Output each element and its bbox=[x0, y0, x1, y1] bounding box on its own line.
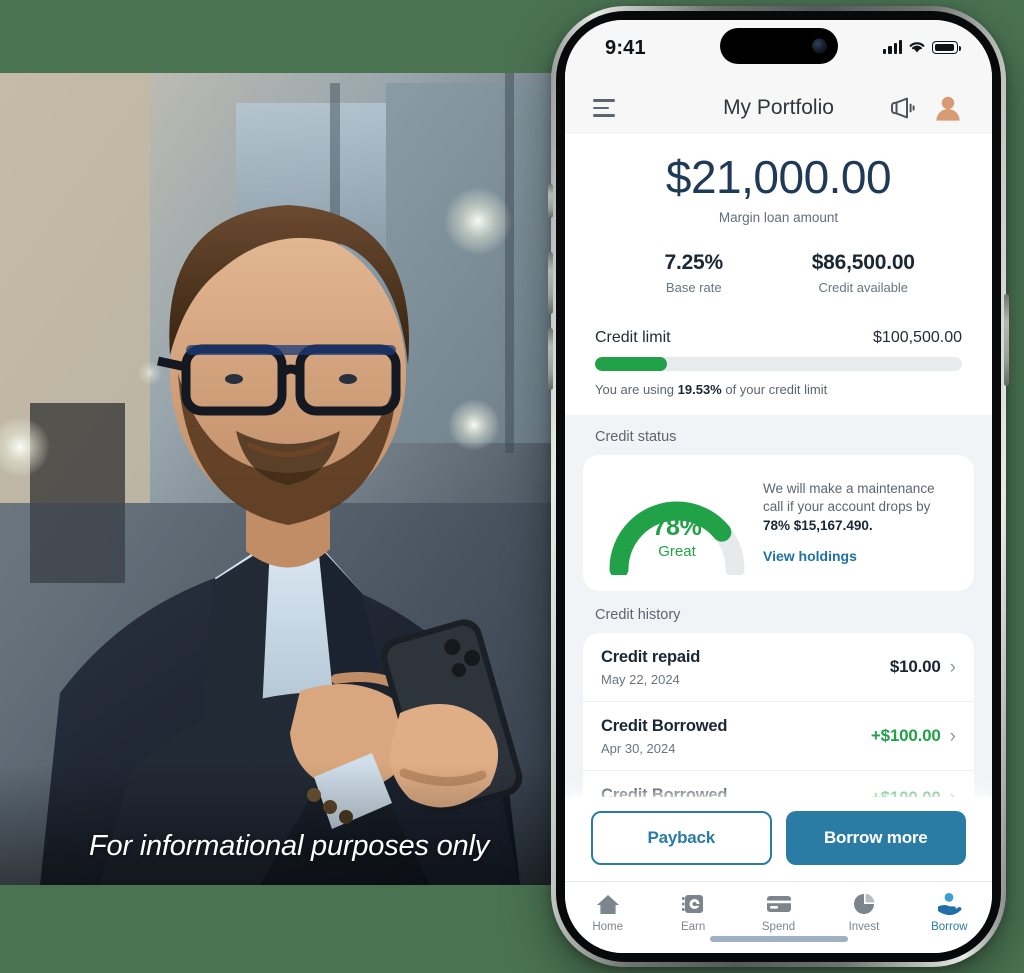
credit-limit-label: Credit limit bbox=[595, 328, 671, 346]
history-row-title: Credit Borrowed bbox=[601, 716, 728, 735]
status-icons bbox=[883, 40, 961, 54]
tab-earn[interactable]: Earn bbox=[650, 891, 735, 933]
margin-loan-amount-label: Margin loan amount bbox=[718, 209, 839, 225]
table-row[interactable]: Credit Borrowed Apr 30, 2024 +$100.00 › bbox=[583, 702, 974, 771]
status-bar: 9:41 bbox=[565, 20, 992, 82]
phone-screen: 9:41 My Portfolio $21,000.00 Margin loan… bbox=[565, 20, 992, 953]
history-row-main: Credit Borrowed Apr 30, 2024 bbox=[601, 717, 727, 756]
action-bar: Payback Borrow more bbox=[565, 797, 992, 881]
app-header: My Portfolio bbox=[565, 82, 992, 134]
safe-icon bbox=[650, 891, 735, 917]
tab-earn-label: Earn bbox=[680, 921, 706, 933]
pie-chart-icon bbox=[821, 891, 906, 917]
table-row[interactable]: Credit repaid May 22, 2024 $10.00 › bbox=[583, 633, 974, 702]
wifi-icon bbox=[909, 42, 925, 53]
megaphone-icon[interactable] bbox=[888, 96, 916, 120]
battery-icon bbox=[932, 41, 961, 54]
history-row-amount: $10.00 bbox=[889, 657, 941, 677]
phone-silent-switch[interactable] bbox=[548, 184, 553, 218]
home-icon bbox=[565, 891, 650, 917]
phone-volume-down-button[interactable] bbox=[548, 328, 553, 390]
summary-stats: 7.25% Base rate $86,500.00 Credit availa… bbox=[565, 251, 992, 295]
phone-mockup: 9:41 My Portfolio $21,000.00 Margin loan… bbox=[548, 6, 1009, 967]
credit-available-label: Credit available bbox=[818, 279, 909, 295]
credit-limit-progress-fill bbox=[595, 356, 667, 371]
phone-volume-up-button[interactable] bbox=[548, 252, 553, 314]
credit-score-gauge: 78% Great bbox=[601, 471, 753, 575]
credit-status-copy: We will make a maintenance call if your … bbox=[759, 480, 956, 566]
base-rate-value: 7.25% bbox=[664, 250, 724, 274]
view-holdings-link[interactable]: View holdings bbox=[763, 548, 857, 564]
history-row-date: Apr 30, 2024 bbox=[601, 740, 676, 756]
maintenance-message-amount: 78% $15,167.490. bbox=[763, 517, 873, 533]
credit-limit-header: Credit limit $100,500.00 bbox=[595, 329, 962, 347]
loan-summary: $21,000.00 Margin loan amount 7.25% Base… bbox=[565, 134, 992, 309]
tab-borrow-label: Borrow bbox=[931, 921, 968, 933]
dynamic-island bbox=[719, 28, 838, 64]
gauge-center-text: 78% Great bbox=[601, 513, 753, 560]
tab-invest[interactable]: Invest bbox=[821, 891, 906, 933]
credit-history-title: Credit history bbox=[595, 606, 681, 623]
bottom-tab-bar: Home Earn Spend Invest Borrow bbox=[565, 881, 992, 953]
gauge-percent: 78% bbox=[652, 512, 702, 541]
usage-note-percent: 19.53% bbox=[677, 381, 722, 397]
usage-note-suffix: of your credit limit bbox=[721, 381, 828, 397]
app-content: $21,000.00 Margin loan amount 7.25% Base… bbox=[565, 134, 992, 881]
history-row-right: +$100.00 › bbox=[871, 726, 956, 746]
credit-history-section: Credit history Credit repaid May 22, 202… bbox=[565, 590, 992, 824]
maintenance-message-text: We will make a maintenance call if your … bbox=[763, 480, 935, 515]
credit-limit-amount: $100,500.00 bbox=[873, 328, 962, 346]
hamburger-menu-icon[interactable] bbox=[593, 99, 617, 117]
tab-home-label: Home bbox=[592, 921, 624, 933]
history-row-main: Credit repaid May 22, 2024 bbox=[601, 648, 700, 687]
gauge-rating-word: Great bbox=[658, 542, 696, 560]
tab-home[interactable]: Home bbox=[565, 891, 650, 933]
margin-loan-amount: $21,000.00 bbox=[665, 151, 892, 203]
cellular-signal-icon bbox=[883, 40, 902, 54]
history-row-title: Credit repaid bbox=[601, 647, 701, 666]
maintenance-call-message: We will make a maintenance call if your … bbox=[763, 480, 956, 536]
page-root: For informational purposes only 9:41 My … bbox=[0, 0, 1024, 973]
credit-limit-usage-note: You are using 19.53% of your credit limi… bbox=[595, 382, 962, 397]
chevron-right-icon: › bbox=[949, 725, 956, 747]
history-row-amount: +$100.00 bbox=[870, 726, 941, 746]
hero-caption: For informational purposes only bbox=[89, 830, 489, 862]
header-actions bbox=[888, 95, 962, 121]
credit-limit-progress-track bbox=[595, 356, 962, 371]
tab-borrow[interactable]: Borrow bbox=[907, 891, 992, 933]
stat-base-rate: 7.25% Base rate bbox=[609, 251, 779, 295]
tab-invest-label: Invest bbox=[848, 921, 880, 933]
home-indicator[interactable] bbox=[709, 936, 848, 942]
hand-coin-icon bbox=[907, 891, 992, 917]
tab-spend[interactable]: Spend bbox=[736, 891, 821, 933]
history-row-date: May 22, 2024 bbox=[601, 671, 680, 687]
tab-spend-label: Spend bbox=[761, 921, 796, 933]
front-camera-icon bbox=[811, 38, 827, 54]
credit-status-card: 78% Great We will make a maintenance cal… bbox=[583, 454, 974, 591]
payback-button[interactable]: Payback bbox=[591, 811, 772, 865]
chevron-right-icon: › bbox=[949, 656, 956, 678]
user-avatar-icon[interactable] bbox=[934, 95, 962, 121]
history-row-right: $10.00 › bbox=[890, 657, 956, 677]
stat-credit-available: $86,500.00 Credit available bbox=[779, 251, 949, 295]
phone-power-button[interactable] bbox=[1004, 294, 1009, 386]
credit-status-section: Credit status 78% Great We will make a m… bbox=[565, 414, 992, 591]
credit-history-list: Credit repaid May 22, 2024 $10.00 › Cred… bbox=[583, 632, 974, 824]
base-rate-label: Base rate bbox=[665, 279, 722, 295]
businessman-with-phone-image bbox=[0, 73, 572, 885]
credit-status-title: Credit status bbox=[595, 428, 677, 445]
credit-limit-block: Credit limit $100,500.00 You are using 1… bbox=[565, 309, 992, 415]
borrow-more-button[interactable]: Borrow more bbox=[785, 811, 966, 865]
usage-note-prefix: You are using bbox=[595, 381, 678, 397]
status-time: 9:41 bbox=[605, 37, 646, 59]
card-icon bbox=[736, 891, 821, 917]
credit-available-value: $86,500.00 bbox=[811, 250, 915, 274]
hero-photo: For informational purposes only bbox=[0, 73, 572, 885]
